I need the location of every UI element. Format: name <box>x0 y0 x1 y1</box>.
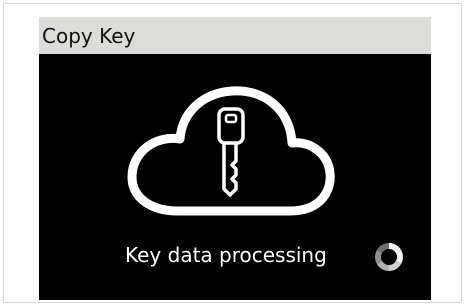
device-frame: Copy Key Key data processing <box>3 3 462 303</box>
device-screen: Copy Key Key data processing <box>39 17 431 300</box>
status-text: Key data processing <box>125 243 327 267</box>
cloud-key-icon <box>118 79 344 221</box>
title-bar: Copy Key <box>39 17 431 54</box>
screen-title: Copy Key <box>42 23 136 48</box>
loading-spinner-icon <box>373 241 405 273</box>
